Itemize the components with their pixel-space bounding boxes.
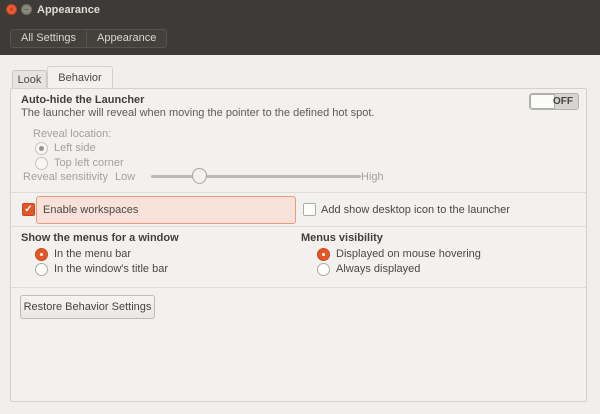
window-header: × − Appearance All Settings Appearance: [0, 0, 600, 55]
appearance-window: × − Appearance All Settings Appearance L…: [0, 0, 600, 414]
close-icon[interactable]: ×: [6, 4, 17, 15]
radio-menu-bar-label[interactable]: In the menu bar: [54, 248, 131, 260]
behavior-panel: Auto-hide the Launcher The launcher will…: [10, 88, 587, 402]
radio-menu-bar[interactable]: [35, 248, 48, 261]
minimize-icon[interactable]: −: [21, 4, 32, 15]
radio-always-displayed-label[interactable]: Always displayed: [336, 263, 420, 275]
all-settings-button[interactable]: All Settings: [10, 29, 86, 48]
toggle-knob-icon: [530, 94, 555, 109]
radio-left-side-label: Left side: [54, 142, 96, 154]
reveal-location-label: Reveal location:: [33, 128, 111, 140]
toggle-state-label: OFF: [553, 96, 573, 107]
restore-behavior-settings-button[interactable]: Restore Behavior Settings: [20, 295, 155, 319]
window-title: Appearance: [37, 4, 100, 16]
radio-title-bar[interactable]: [35, 263, 48, 276]
separator: [11, 192, 586, 193]
autohide-toggle[interactable]: OFF: [529, 93, 579, 110]
radio-always-displayed[interactable]: [317, 263, 330, 276]
menus-visibility-title: Menus visibility: [301, 232, 383, 244]
sensitivity-low-label: Low: [115, 171, 135, 183]
tab-look[interactable]: Look: [12, 70, 47, 88]
menus-window-title: Show the menus for a window: [21, 232, 179, 244]
separator: [11, 287, 586, 288]
radio-title-bar-label[interactable]: In the window's title bar: [54, 263, 168, 275]
autohide-title: Auto-hide the Launcher: [21, 94, 144, 106]
sensitivity-high-label: High: [361, 171, 384, 183]
tab-behavior[interactable]: Behavior: [47, 66, 113, 88]
appearance-button[interactable]: Appearance: [86, 29, 167, 48]
enable-workspaces-checkbox[interactable]: ✓: [22, 203, 35, 216]
radio-mouse-hovering-label[interactable]: Displayed on mouse hovering: [336, 248, 481, 260]
radio-mouse-hovering[interactable]: [317, 248, 330, 261]
sensitivity-slider-track[interactable]: [151, 175, 361, 178]
breadcrumb-toolbar: All Settings Appearance: [10, 29, 167, 48]
autohide-description: The launcher will reveal when moving the…: [21, 107, 374, 119]
radio-top-left-corner-label: Top left corner: [54, 157, 124, 169]
show-desktop-checkbox[interactable]: [303, 203, 316, 216]
separator: [11, 226, 586, 227]
sensitivity-label: Reveal sensitivity: [23, 171, 108, 183]
radio-left-side[interactable]: [35, 142, 48, 155]
enable-workspaces-label[interactable]: Enable workspaces: [43, 204, 138, 216]
titlebar: × − Appearance: [0, 0, 600, 22]
show-desktop-label[interactable]: Add show desktop icon to the launcher: [321, 204, 510, 216]
sensitivity-slider-handle[interactable]: [192, 168, 207, 184]
radio-top-left-corner[interactable]: [35, 157, 48, 170]
